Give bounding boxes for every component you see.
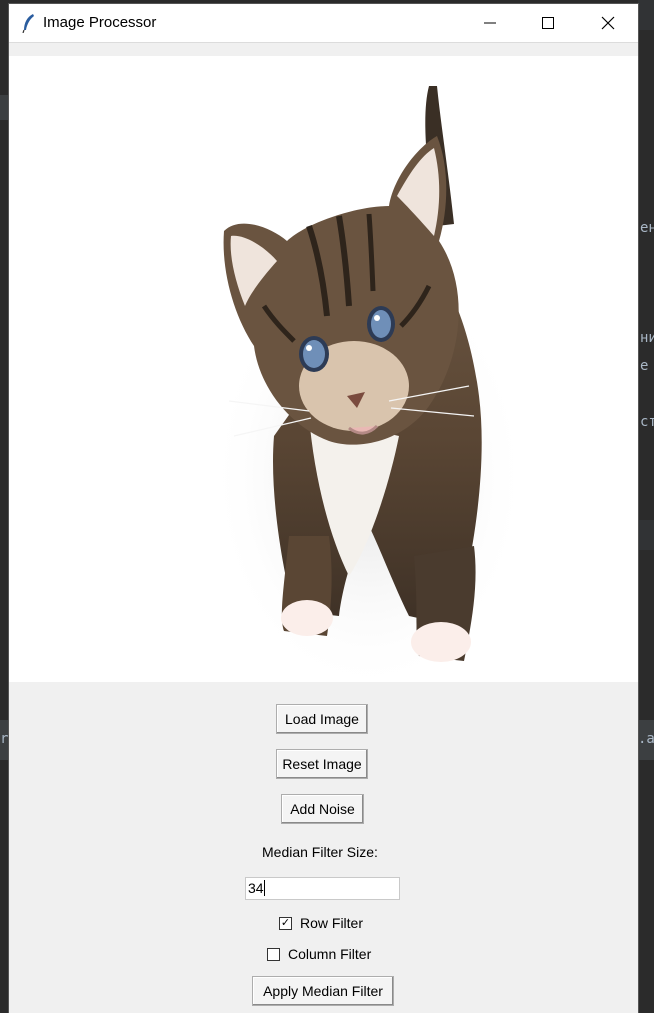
background-text: .ai (638, 731, 654, 747)
feather-icon (21, 13, 37, 34)
background-text: ст (640, 414, 654, 430)
column-filter-checkbox[interactable]: Column Filter (267, 946, 371, 962)
kitten-image (209, 86, 529, 696)
median-filter-size-value: 34 (248, 880, 264, 896)
image-canvas (9, 56, 638, 696)
close-icon (601, 16, 615, 30)
reset-image-button[interactable]: Reset Image (276, 749, 368, 779)
app-window: Image Processor Load Image Reset Image A… (9, 4, 638, 1013)
maximize-button[interactable] (519, 4, 577, 42)
close-button[interactable] (579, 4, 637, 42)
add-noise-button[interactable]: Add Noise (281, 794, 364, 824)
median-filter-size-input[interactable]: 34 (245, 877, 400, 900)
column-filter-label: Column Filter (288, 946, 372, 962)
title-bar[interactable]: Image Processor (9, 4, 638, 43)
row-filter-check-box: ✓ (279, 916, 292, 930)
maximize-icon (542, 17, 554, 29)
background-panel (0, 95, 9, 120)
background-text: r (0, 731, 9, 747)
background-panel (638, 520, 654, 550)
row-filter-label: Row Filter (300, 915, 364, 931)
minimize-button[interactable] (461, 4, 519, 42)
background-panel (638, 0, 654, 30)
minimize-icon (484, 22, 496, 24)
row-filter-checkbox[interactable]: ✓ Row Filter (279, 915, 363, 931)
text-caret (263, 880, 265, 896)
background-text: eн (640, 220, 654, 236)
column-filter-check-box (267, 947, 280, 961)
background-text: e (640, 358, 649, 374)
window-title: Image Processor (43, 14, 157, 31)
median-filter-size-label: Median Filter Size: (262, 844, 378, 860)
load-image-button[interactable]: Load Image (276, 704, 368, 734)
apply-median-filter-button[interactable]: Apply Median Filter (252, 976, 394, 1006)
background-text: ни (640, 330, 654, 346)
